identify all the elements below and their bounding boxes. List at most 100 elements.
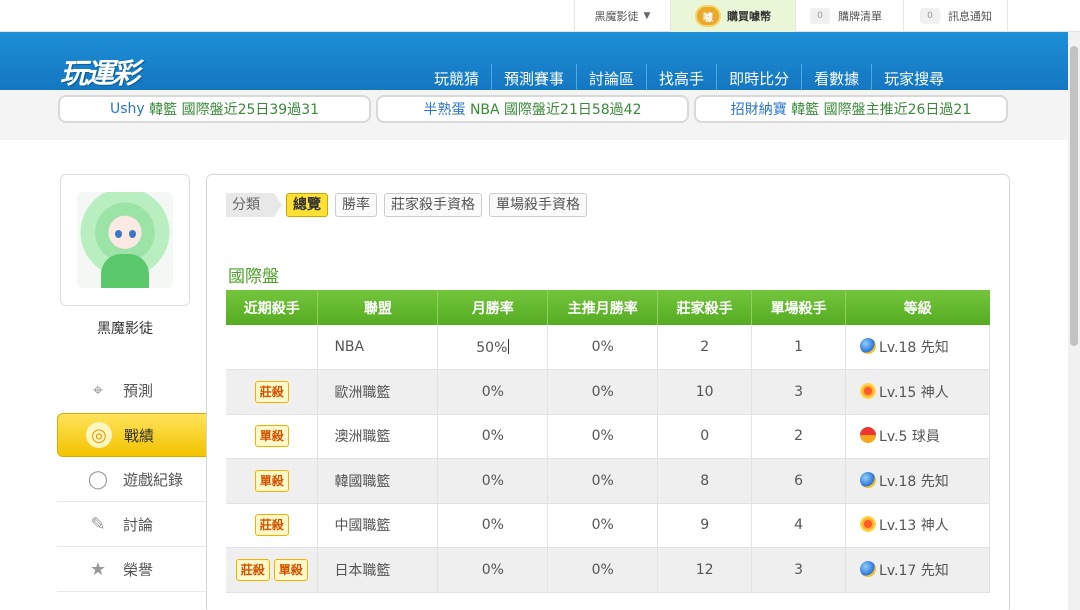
- star-icon: ★: [89, 559, 107, 580]
- single-killer-cell: 2: [751, 414, 847, 459]
- league-cell: 歐洲職籃: [317, 369, 439, 415]
- col-header: 聯盟: [317, 290, 439, 325]
- chat-icon: ✎: [90, 514, 106, 535]
- user-menu[interactable]: 黑魔影徒 ▼: [574, 0, 670, 32]
- filter-label: 分類: [226, 193, 282, 217]
- main-winrate-cell: 0%: [547, 503, 659, 548]
- single-killer-cell: 6: [751, 458, 847, 504]
- promo-user: Ushy: [109, 101, 145, 117]
- league-cell: NBA: [317, 325, 439, 370]
- league-cell: 日本職籃: [317, 547, 439, 593]
- banker-killer-badge: 莊殺: [254, 380, 289, 403]
- level-cell: Lv.13 神人: [845, 503, 990, 548]
- banker-killer-cell: 12: [657, 547, 753, 593]
- col-header: 主推月勝率: [547, 290, 659, 325]
- level-text: Lv.13 神人: [879, 518, 949, 535]
- promo-text: 韓籃 國際盤近25日39過31: [149, 102, 320, 118]
- banker-killer-cell: 8: [657, 458, 753, 504]
- level-text: Lv.5 球員: [879, 429, 940, 446]
- promo-user: 半熟蛋: [423, 102, 466, 118]
- prophet-level-icon: [860, 471, 877, 488]
- killer-badges-cell: 莊殺: [226, 369, 319, 415]
- banker-killer-badge: 莊殺: [254, 514, 289, 537]
- page-scrollbar[interactable]: [1068, 32, 1080, 610]
- sidebar-item-game-log[interactable]: ◯ 遊戲紀錄: [57, 458, 207, 502]
- promo-card[interactable]: 半熟蛋 NBA 國際盤近21日58過42: [376, 95, 689, 123]
- table-row: 單殺 韓國職籃 0% 0% 8 6 Lv.18 先知: [226, 458, 990, 504]
- winrate-cell: 0%: [437, 503, 549, 548]
- record-table: 近期殺手 聯盟 月勝率 主推月勝率 莊家殺手 單場殺手 等級 NBA 50% 0…: [226, 290, 990, 593]
- filter-overview-button[interactable]: 總覽: [286, 193, 328, 217]
- avatar[interactable]: [77, 192, 173, 288]
- level-text: Lv.18 先知: [879, 340, 949, 356]
- sidebar-item-discuss[interactable]: ✎ 討論: [57, 503, 207, 547]
- sidebar-item-label: 戰績: [124, 426, 155, 445]
- table-row: 莊殺 歐洲職籃 0% 0% 10 3 Lv.15 神人: [226, 369, 990, 415]
- buy-coin-label: 購買噱幣: [727, 10, 771, 23]
- table-row: 單殺 澳洲職籃 0% 0% 0 2 Lv.5 球員: [226, 414, 990, 459]
- user-menu-name: 黑魔影徒: [594, 10, 639, 23]
- god-level-icon: [860, 382, 877, 399]
- promo-card[interactable]: Ushy 韓籃 國際盤近25日39過31: [58, 95, 371, 123]
- single-killer-cell: 3: [751, 369, 847, 415]
- single-killer-badge: 單殺: [254, 425, 289, 448]
- level-text: Lv.15 神人: [879, 384, 949, 401]
- banker-killer-cell: 0: [657, 414, 753, 459]
- promo-card[interactable]: 招財納寶 韓籃 國際盤主推近26日過21: [694, 95, 1008, 123]
- main-winrate-cell: 0%: [547, 414, 659, 459]
- text-cursor: [508, 338, 510, 354]
- col-header: 莊家殺手: [657, 290, 753, 325]
- single-killer-cell: 4: [751, 503, 847, 548]
- winrate-cell: 0%: [437, 414, 549, 459]
- league-cell: 澳洲職籃: [317, 414, 439, 459]
- level-cell: Lv.5 球員: [845, 414, 990, 459]
- target-icon: ◎: [86, 422, 112, 448]
- col-header: 月勝率: [437, 290, 549, 325]
- winrate-cell: 0%: [437, 458, 549, 504]
- winrate-value: 50%: [476, 339, 508, 356]
- buy-coin-button[interactable]: 噱 購買噱幣: [670, 0, 795, 32]
- single-killer-badge: 單殺: [254, 469, 289, 492]
- profile-username: 黑魔影徒: [97, 321, 153, 337]
- sidebar-item-label: 遊戲紀錄: [123, 471, 184, 489]
- promo-text: 韓籃 國際盤主推近26日過21: [791, 102, 972, 118]
- level-text: Lv.18 先知: [879, 473, 949, 490]
- level-cell: Lv.15 神人: [845, 369, 990, 415]
- sidebar-item-honor[interactable]: ★ 榮譽: [57, 548, 207, 592]
- level-cell: Lv.17 先知: [845, 547, 990, 593]
- scrollbar-thumb[interactable]: [1070, 46, 1078, 346]
- banker-killer-cell: 2: [657, 325, 753, 370]
- category-filter: 分類 總覽 勝率 莊家殺手資格 單場殺手資格: [226, 193, 594, 217]
- crosshair-icon: ⌖: [92, 379, 104, 401]
- single-killer-cell: 1: [751, 325, 847, 370]
- filter-winrate-button[interactable]: 勝率: [335, 193, 377, 217]
- sidebar-item-predict[interactable]: ⌖ 預測: [57, 368, 207, 412]
- level-cell: Lv.18 先知: [845, 458, 990, 504]
- sidebar-item-record[interactable]: ◎ 戰績: [57, 413, 219, 457]
- cart-label: 購牌清單: [838, 10, 882, 23]
- notifications-label: 訊息通知: [948, 10, 992, 23]
- notifications-link[interactable]: 0 訊息通知: [903, 0, 1008, 32]
- winrate-cell: 0%: [437, 547, 549, 593]
- killer-badges-cell: 莊殺 單殺: [226, 547, 319, 593]
- banker-killer-badge: 莊殺: [235, 558, 270, 581]
- banker-killer-cell: 9: [657, 503, 753, 548]
- table-header-row: 近期殺手 聯盟 月勝率 主推月勝率 莊家殺手 單場殺手 等級: [226, 290, 990, 325]
- main-winrate-cell: 0%: [547, 369, 659, 415]
- cart-link[interactable]: 0 購牌清單: [795, 0, 903, 32]
- table-row: 莊殺 單殺 日本職籃 0% 0% 12 3 Lv.17 先知: [226, 547, 990, 593]
- promo-user: 招財納寶: [730, 102, 787, 118]
- avatar-body: [101, 254, 149, 288]
- killer-badges-cell: 單殺: [226, 458, 319, 504]
- winrate-cell: 50%: [437, 325, 549, 370]
- killer-badges-cell: 單殺: [226, 414, 319, 459]
- section-title: 國際盤: [228, 267, 279, 287]
- god-level-icon: [860, 516, 877, 533]
- filter-banker-killer-button[interactable]: 莊家殺手資格: [384, 193, 482, 217]
- filter-single-killer-button[interactable]: 單場殺手資格: [489, 193, 587, 217]
- coin-icon: 噱: [695, 5, 721, 27]
- avatar-eye: [115, 230, 122, 238]
- site-logo[interactable]: 玩運彩: [60, 52, 140, 92]
- player-level-icon: [860, 427, 877, 444]
- league-cell: 中國職籃: [317, 503, 439, 548]
